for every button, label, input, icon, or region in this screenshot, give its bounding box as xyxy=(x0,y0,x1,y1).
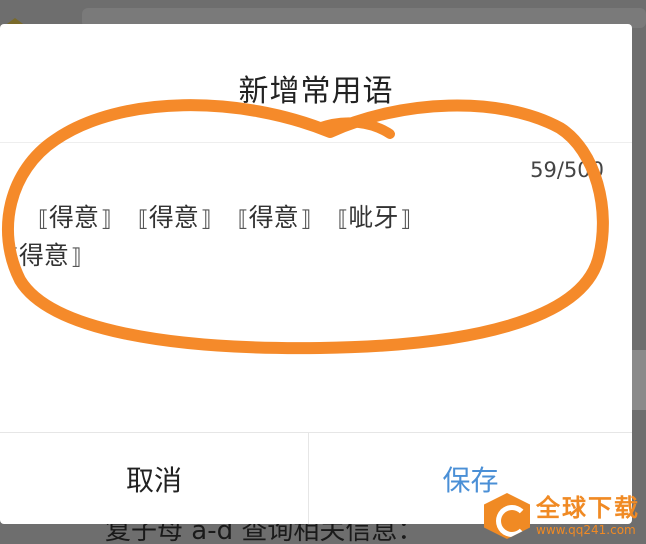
emoji-token: 得意 xyxy=(8,238,82,276)
emoji-token: 得意 xyxy=(38,200,112,238)
cancel-button[interactable]: 取消 xyxy=(0,433,308,524)
divider xyxy=(0,142,632,143)
add-phrase-dialog: 新增常用语 59/500 得意得意得意呲牙 得意 取消 保存 xyxy=(0,24,632,524)
emoji-token: 呲牙 xyxy=(337,200,411,238)
emoji-token: 得意 xyxy=(238,200,312,238)
watermark-title: 全球下载 xyxy=(536,494,640,522)
phrase-input[interactable]: 得意得意得意呲牙 得意 xyxy=(19,200,598,320)
watermark-logo-icon xyxy=(484,493,530,539)
watermark: 全球下载 www.qq241.com xyxy=(484,488,640,544)
emoji-token: 得意 xyxy=(138,200,212,238)
phrase-line: 得意 xyxy=(8,238,598,276)
character-counter: 59/500 xyxy=(530,158,604,182)
phrase-line: 得意得意得意呲牙 xyxy=(38,200,598,238)
dialog-title: 新增常用语 xyxy=(238,74,394,109)
background-panel xyxy=(632,350,646,410)
watermark-url: www.qq241.com xyxy=(536,523,636,537)
